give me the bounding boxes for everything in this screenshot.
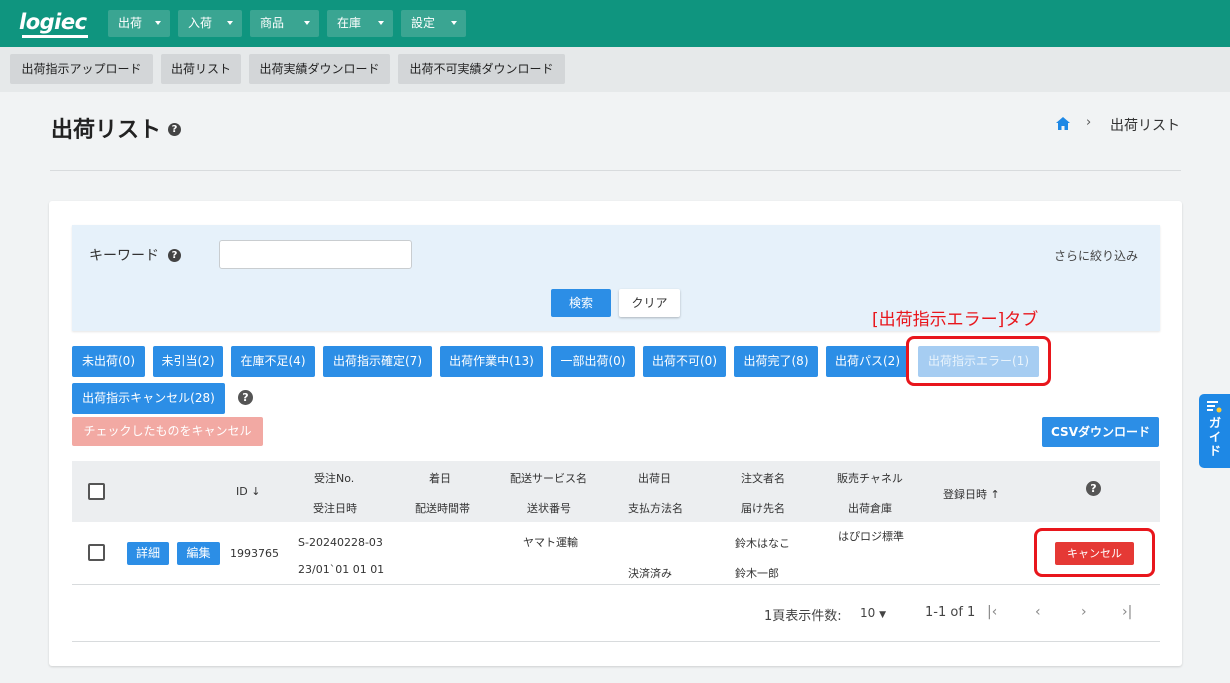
keyword-label: キーワード (89, 245, 159, 265)
page-title: 出荷リスト (51, 112, 161, 144)
narrow-search-link[interactable]: さらに絞り込み (1054, 247, 1138, 264)
nav-menu-receiving[interactable]: 入荷 (178, 10, 242, 37)
chevron-down-icon (227, 21, 233, 25)
column-header-order-no: 受注No. (314, 472, 355, 485)
column-header-warehouse: 出荷倉庫 (848, 502, 892, 515)
nav-menu-settings[interactable]: 設定 (401, 10, 466, 37)
cell-sales-channel: はぴロジ標準 (838, 530, 904, 543)
tab-partial-shipped[interactable]: 一部出荷(0) (551, 346, 635, 377)
column-header-tracking-no: 送状番号 (527, 502, 571, 515)
column-header-label: 登録日時 (943, 488, 987, 501)
logo-underline (22, 35, 88, 38)
column-header-delivery-service: 配送サービス名 (510, 472, 587, 485)
clear-button[interactable]: クリア (619, 289, 680, 317)
breadcrumb-current: 出荷リスト (1110, 118, 1180, 134)
annotation-highlight-box (906, 336, 1051, 386)
chevron-down-icon: ▼ (879, 610, 887, 620)
nav-menu-label: 入荷 (188, 16, 213, 30)
pagination-divider (72, 641, 1160, 642)
search-button[interactable]: 検索 (551, 289, 611, 317)
per-page-label: 1頁表示件数: (764, 609, 842, 624)
column-header-recipient: 届け先名 (741, 502, 785, 515)
column-header-order-date: 受注日時 (313, 502, 357, 515)
nav-menu-label: 商品 (260, 16, 285, 30)
arrow-up-icon: ↑ (990, 488, 1000, 501)
column-header-orderer: 注文者名 (741, 472, 785, 485)
subnav-shipping-upload[interactable]: 出荷指示アップロード (10, 54, 153, 84)
column-header-registered-at[interactable]: 登録日時 ↑ (943, 486, 1000, 502)
annotation-label: [出荷指示エラー]タブ (872, 310, 1039, 330)
help-icon[interactable]: ? (238, 390, 253, 405)
tab-unallocated[interactable]: 未引当(2) (153, 346, 223, 377)
guide-tab[interactable]: ガイド (1199, 394, 1230, 468)
nav-menu-label: 設定 (411, 16, 436, 30)
keyword-input[interactable] (219, 240, 412, 269)
column-header-sales-channel: 販売チャネル (837, 472, 903, 485)
chevron-down-icon (451, 21, 457, 25)
edit-button[interactable]: 編集 (177, 542, 220, 565)
cell-payment-method: 決済済み (628, 567, 672, 580)
chevron-down-icon (304, 21, 310, 25)
column-header-payment-method: 支払方法名 (628, 502, 683, 515)
nav-menu-inventory[interactable]: 在庫 (327, 10, 393, 37)
nav-menu-products[interactable]: 商品 (250, 10, 319, 37)
help-icon[interactable]: ? (168, 123, 181, 136)
subnav-results-download[interactable]: 出荷実績ダウンロード (249, 54, 390, 84)
top-navbar: logiec 出荷 入荷 商品 在庫 設定 (0, 0, 1230, 47)
cell-id: 1993765 (230, 547, 279, 560)
guide-label: ガイド (1208, 416, 1221, 458)
cell-orderer: 鈴木はなこ (735, 537, 790, 550)
cell-recipient: 鈴木一郎 (735, 567, 779, 580)
sub-navbar: 出荷指示アップロード 出荷リスト 出荷実績ダウンロード 出荷不可実績ダウンロード (0, 47, 1230, 92)
page-title-text: 出荷リスト (51, 118, 162, 143)
first-page-icon[interactable]: |‹ (987, 604, 997, 620)
next-page-icon[interactable]: › (1081, 604, 1087, 620)
column-header-arrival-date: 着日 (429, 472, 451, 485)
row-checkbox[interactable] (88, 544, 105, 561)
tab-unshipped[interactable]: 未出荷(0) (72, 346, 145, 377)
per-page-value: 10 (860, 606, 876, 620)
nav-menu-label: 在庫 (337, 16, 362, 30)
bulk-cancel-button[interactable]: チェックしたものをキャンセル (72, 417, 263, 446)
select-all-checkbox[interactable] (88, 483, 105, 500)
tab-shipping-pass[interactable]: 出荷パス(2) (826, 346, 909, 377)
home-icon[interactable] (1056, 117, 1070, 130)
row-divider (72, 584, 1160, 585)
help-icon[interactable]: ? (168, 249, 181, 262)
tab-out-of-stock[interactable]: 在庫不足(4) (231, 346, 315, 377)
last-page-icon[interactable]: ›| (1122, 604, 1132, 620)
column-header-id[interactable]: ID ↓ (236, 485, 260, 498)
previous-page-icon[interactable]: ‹ (1035, 604, 1041, 620)
cell-delivery-service: ヤマト運輸 (523, 536, 578, 549)
per-page-select[interactable]: 10 ▼ (860, 606, 886, 620)
column-header-delivery-time: 配送時間帯 (415, 502, 470, 515)
header-divider (50, 170, 1181, 171)
subnav-unshippable-download[interactable]: 出荷不可実績ダウンロード (398, 54, 565, 84)
help-icon[interactable]: ? (1086, 481, 1101, 496)
tab-instruction-cancel[interactable]: 出荷指示キャンセル(28) (72, 383, 225, 414)
tab-instruction-confirmed[interactable]: 出荷指示確定(7) (323, 346, 432, 377)
keyword-label-text: キーワード (89, 248, 159, 264)
tab-shipped[interactable]: 出荷完了(8) (734, 346, 818, 377)
cell-order-no: S-20240228-03 (298, 536, 383, 549)
nav-menu-label: 出荷 (118, 16, 143, 30)
tab-in-progress[interactable]: 出荷作業中(13) (440, 346, 543, 377)
csv-download-button[interactable]: CSVダウンロード (1042, 417, 1159, 447)
arrow-down-icon: ↓ (251, 485, 261, 498)
nav-menu-shipping[interactable]: 出荷 (108, 10, 170, 37)
annotation-highlight-box (1034, 528, 1155, 577)
chevron-down-icon (378, 21, 384, 25)
guide-list-icon (1207, 401, 1222, 413)
column-header-ship-date: 出荷日 (638, 472, 671, 485)
detail-button[interactable]: 詳細 (127, 542, 169, 565)
column-header-label: ID (236, 485, 248, 498)
subnav-shipping-list[interactable]: 出荷リスト (161, 54, 241, 84)
cell-order-date: 23/01`01 01 01 (298, 563, 385, 576)
breadcrumb-separator-icon: › (1086, 115, 1092, 130)
brand-logo[interactable]: logiec (19, 10, 91, 36)
chevron-down-icon (155, 21, 161, 25)
tab-unshippable[interactable]: 出荷不可(0) (643, 346, 726, 377)
pagination-range: 1-1 of 1 (925, 605, 976, 620)
